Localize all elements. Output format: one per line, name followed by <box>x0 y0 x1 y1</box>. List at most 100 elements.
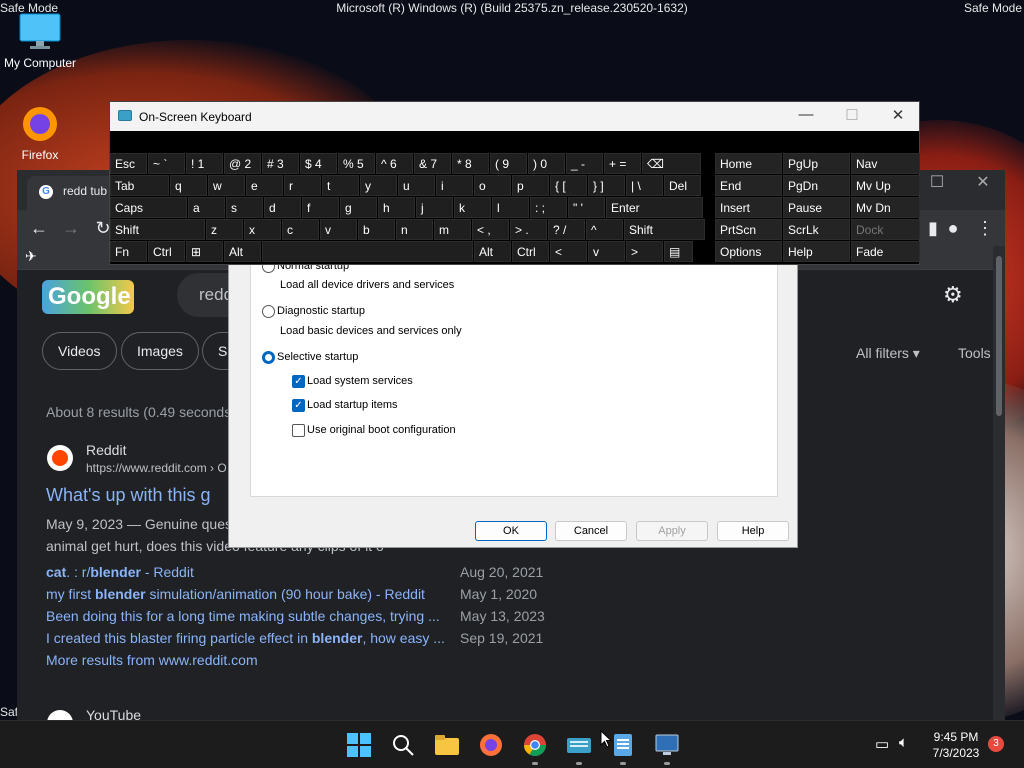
osk-nav-key[interactable]: PrtScn <box>715 219 782 240</box>
airplane-bookmark-icon[interactable]: ✈ <box>25 248 37 265</box>
osk-key[interactable]: Del <box>664 175 701 196</box>
osk-key[interactable]: " ' <box>568 197 605 218</box>
ok-button[interactable]: OK <box>475 521 547 541</box>
network-icon[interactable]: ▭ <box>875 735 889 753</box>
osk-key[interactable]: d <box>264 197 301 218</box>
osk-nav-key[interactable]: Dock <box>851 219 920 240</box>
osk-key[interactable]: m <box>434 219 471 240</box>
sublink-1[interactable]: cat. : r/blender - Reddit <box>46 564 194 580</box>
search-icon[interactable] <box>390 732 416 758</box>
google-doodle-logo[interactable]: Google <box>42 280 134 314</box>
diagnostic-startup-radio[interactable] <box>262 305 275 318</box>
osk-key[interactable]: f <box>302 197 339 218</box>
help-button[interactable]: Help <box>717 521 789 541</box>
osk-key[interactable]: z <box>206 219 243 240</box>
osk-key[interactable]: h <box>378 197 415 218</box>
osk-key[interactable]: Enter <box>606 197 703 218</box>
sublink-2[interactable]: my first blender simulation/animation (9… <box>46 586 425 602</box>
sublink-4[interactable]: I created this blaster firing particle e… <box>46 630 445 646</box>
osk-key[interactable]: u <box>398 175 435 196</box>
osk-nav-key[interactable]: Nav <box>851 153 920 174</box>
more-results-link[interactable]: More results from www.reddit.com <box>46 652 258 668</box>
osk-key[interactable]: ! 1 <box>186 153 223 174</box>
osk-key[interactable]: i <box>436 175 473 196</box>
load-system-services-checkbox[interactable]: ✓ <box>292 375 305 388</box>
firefox-taskbar-icon[interactable] <box>478 732 504 758</box>
osk-nav-key[interactable]: End <box>715 175 782 196</box>
osk-key[interactable]: y <box>360 175 397 196</box>
osk-key[interactable]: ~ ` <box>148 153 185 174</box>
chip-videos[interactable]: Videos <box>42 332 117 370</box>
notification-badge[interactable]: 3 <box>988 736 1004 752</box>
osk-nav-key[interactable]: PgDn <box>783 175 850 196</box>
osk-key[interactable]: k <box>454 197 491 218</box>
tools-button[interactable]: Tools <box>958 345 991 361</box>
osk-key[interactable]: ⌫ <box>642 153 701 174</box>
osk-key[interactable]: < <box>550 241 587 262</box>
scrollbar-thumb[interactable] <box>996 256 1002 416</box>
minimize-icon[interactable]: — <box>786 106 826 123</box>
original-boot-config-checkbox[interactable] <box>292 424 305 437</box>
osk-key[interactable]: # 3 <box>262 153 299 174</box>
osk-key[interactable]: a <box>188 197 225 218</box>
osk-nav-key[interactable]: Mv Dn <box>851 197 920 218</box>
osk-key[interactable]: * 8 <box>452 153 489 174</box>
osk-key[interactable]: w <box>208 175 245 196</box>
osk-key[interactable]: n <box>396 219 433 240</box>
osk-key[interactable]: Shift <box>110 219 205 240</box>
osk-nav-key[interactable]: Pause <box>783 197 850 218</box>
osk-key[interactable]: % 5 <box>338 153 375 174</box>
file-explorer-icon[interactable] <box>434 732 460 758</box>
osk-nav-key[interactable]: Home <box>715 153 782 174</box>
osk-key[interactable]: r <box>284 175 321 196</box>
apply-button[interactable]: Apply <box>636 521 708 541</box>
firefox-shortcut[interactable]: Firefox <box>0 104 80 162</box>
osk-nav-key[interactable]: Options <box>715 241 782 262</box>
osk-key[interactable]: : ; <box>530 197 567 218</box>
osk-key[interactable]: j <box>416 197 453 218</box>
system-configuration-icon[interactable] <box>654 732 680 758</box>
osk-key[interactable]: e <box>246 175 283 196</box>
osk-key[interactable]: Ctrl <box>512 241 549 262</box>
osk-key[interactable]: Alt <box>474 241 511 262</box>
osk-key[interactable]: ▤ <box>664 241 693 262</box>
osk-key[interactable]: v <box>320 219 357 240</box>
osk-nav-key[interactable]: PgUp <box>783 153 850 174</box>
osk-key[interactable]: g <box>340 197 377 218</box>
selective-startup-radio[interactable] <box>262 351 275 364</box>
osk-nav-key[interactable]: Insert <box>715 197 782 218</box>
profile-icon[interactable]: ● <box>941 216 965 240</box>
forward-arrow-icon[interactable]: → <box>59 216 83 240</box>
osk-key[interactable]: Fn <box>110 241 147 262</box>
osk-key[interactable]: $ 4 <box>300 153 337 174</box>
on-screen-keyboard-taskbar-icon[interactable] <box>566 732 592 758</box>
osk-key[interactable]: t <box>322 175 359 196</box>
page-scrollbar[interactable] <box>993 246 1005 722</box>
all-filters-button[interactable]: All filters ▾ <box>856 345 920 362</box>
osk-key[interactable]: ^ <box>586 219 623 240</box>
more-menu-icon[interactable]: ⋮ <box>973 216 997 240</box>
osk-key[interactable]: c <box>282 219 319 240</box>
osk-key[interactable]: ) 0 <box>528 153 565 174</box>
settings-gear-icon[interactable]: ⚙ <box>943 282 963 308</box>
osk-key[interactable]: x <box>244 219 281 240</box>
osk-key[interactable]: } ] <box>588 175 625 196</box>
osk-key[interactable]: v <box>588 241 625 262</box>
chrome-icon[interactable] <box>522 732 548 758</box>
osk-key[interactable] <box>262 241 473 262</box>
osk-key[interactable]: Tab <box>110 175 169 196</box>
osk-key[interactable]: Caps <box>110 197 187 218</box>
osk-key[interactable]: s <box>226 197 263 218</box>
osk-key[interactable]: Esc <box>110 153 147 174</box>
osk-key[interactable]: ? / <box>548 219 585 240</box>
osk-key[interactable]: < , <box>472 219 509 240</box>
clock[interactable]: 9:45 PM 7/3/2023 <box>925 729 987 761</box>
osk-key[interactable]: Alt <box>224 241 261 262</box>
result-title-link[interactable]: What's up with this g <box>46 485 211 506</box>
back-arrow-icon[interactable]: ← <box>27 216 51 240</box>
osk-key[interactable]: _ - <box>566 153 603 174</box>
osk-key[interactable]: o <box>474 175 511 196</box>
osk-key[interactable]: + = <box>604 153 641 174</box>
osk-key[interactable]: ^ 6 <box>376 153 413 174</box>
osk-key[interactable]: & 7 <box>414 153 451 174</box>
